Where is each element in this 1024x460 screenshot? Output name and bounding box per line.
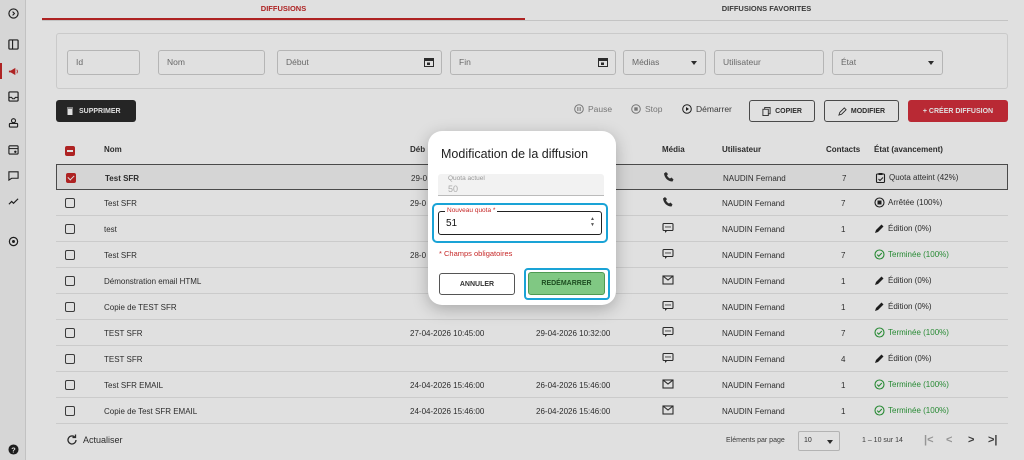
current-quota-field: Quota actuel 50 bbox=[438, 174, 604, 196]
cancel-label: ANNULER bbox=[459, 280, 495, 288]
new-quota-focus-ring: Nouveau quota * ▲▼ bbox=[432, 203, 608, 243]
restart-focus-ring: REDÉMARRER bbox=[524, 268, 610, 300]
current-quota-value: 50 bbox=[448, 184, 459, 194]
dialog-title: Modification de la diffusion bbox=[441, 147, 589, 161]
current-quota-label: Quota actuel bbox=[448, 175, 485, 182]
new-quota-input[interactable] bbox=[446, 216, 576, 230]
restart-button[interactable]: REDÉMARRER bbox=[528, 272, 605, 295]
edit-diffusion-dialog: Modification de la diffusion Quota actue… bbox=[428, 131, 616, 305]
new-quota-field: Nouveau quota * ▲▼ bbox=[438, 207, 602, 235]
cancel-button[interactable]: ANNULER bbox=[439, 273, 515, 295]
restart-label: REDÉMARRER bbox=[541, 280, 592, 287]
new-quota-label: Nouveau quota * bbox=[445, 207, 498, 214]
required-fields-note: * Champs obligatoires bbox=[439, 249, 513, 258]
number-spinner-icon[interactable]: ▲ ▼ bbox=[590, 216, 595, 228]
